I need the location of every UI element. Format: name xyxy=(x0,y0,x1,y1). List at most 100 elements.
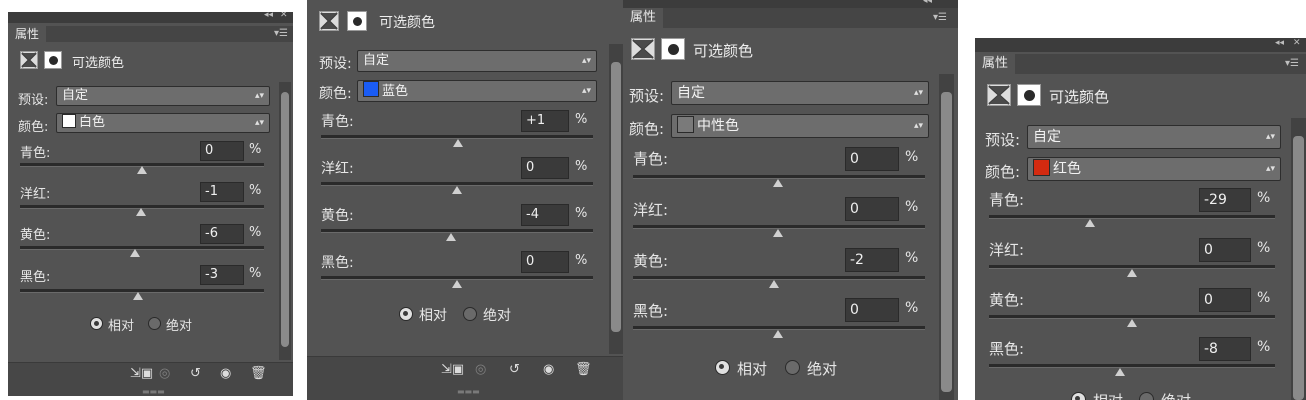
yellow-input[interactable]: 0 xyxy=(1199,288,1251,312)
black-input[interactable]: -3 xyxy=(200,265,244,285)
color-select[interactable]: 白色 ▴▾ xyxy=(56,113,270,133)
panel-menu-icon[interactable]: ▾☰ xyxy=(933,8,947,28)
preset-select[interactable]: 自定 ▴▾ xyxy=(671,81,929,105)
eye-icon[interactable]: ◉ xyxy=(543,362,554,377)
black-slider-thumb[interactable] xyxy=(773,330,783,338)
color-value: 红色 xyxy=(1053,161,1081,177)
cyan-input[interactable]: -29 xyxy=(1199,188,1251,212)
color-select[interactable]: 中性色 ▴▾ xyxy=(671,114,929,138)
black-slider-thumb[interactable] xyxy=(452,280,462,288)
trash-icon[interactable]: 🗑 xyxy=(250,366,267,381)
resize-grip-icon[interactable]: ▬▬▬ xyxy=(457,387,480,396)
tab-properties[interactable]: 属性 xyxy=(623,8,664,28)
layer-mask-icon[interactable] xyxy=(347,11,367,31)
layer-mask-icon[interactable] xyxy=(1017,84,1041,106)
tab-properties[interactable]: 属性 xyxy=(8,26,47,42)
panel-title-bar: ◂◂ xyxy=(623,0,958,8)
black-slider-thumb[interactable] xyxy=(133,292,143,300)
cyan-input[interactable]: +1 xyxy=(521,110,569,132)
preset-select[interactable]: 自定 ▴▾ xyxy=(1027,125,1281,149)
black-input[interactable]: 0 xyxy=(845,298,899,322)
yellow-slider-thumb[interactable] xyxy=(446,233,456,241)
clip-to-layer-icon[interactable]: ⇲▣ xyxy=(441,362,464,377)
magenta-input[interactable]: 0 xyxy=(845,197,899,221)
scrollbar[interactable] xyxy=(609,44,623,354)
color-value: 白色 xyxy=(79,115,106,130)
yellow-input[interactable]: -6 xyxy=(200,224,244,244)
double-chevron-left-icon[interactable]: ◂◂ xyxy=(923,0,932,6)
color-select[interactable]: 红色 ▴▾ xyxy=(1027,157,1281,181)
black-slider-thumb[interactable] xyxy=(1115,368,1125,376)
resize-grip-icon[interactable]: ▬▬▬ xyxy=(142,387,165,396)
magenta-slider-thumb[interactable] xyxy=(452,186,462,194)
color-label: 颜色: xyxy=(629,120,665,138)
percent-sign: % xyxy=(905,250,919,266)
absolute-radio[interactable] xyxy=(148,317,161,330)
double-chevron-left-icon[interactable]: ◂◂ xyxy=(1275,38,1284,48)
cyan-slider-thumb[interactable] xyxy=(773,179,783,187)
updown-arrows-icon: ▴▾ xyxy=(1265,164,1275,174)
double-chevron-left-icon[interactable]: ◂◂ xyxy=(264,12,273,20)
clip-to-layer-icon[interactable]: ⇲▣ xyxy=(130,366,153,381)
preset-select[interactable]: 自定 ▴▾ xyxy=(357,50,597,72)
color-swatch xyxy=(1033,159,1050,176)
relative-radio[interactable] xyxy=(90,317,103,330)
reset-icon[interactable]: ↺ xyxy=(509,362,520,377)
trash-icon[interactable]: 🗑 xyxy=(575,362,592,377)
scrollbar-thumb[interactable] xyxy=(611,62,621,332)
magenta-slider-thumb[interactable] xyxy=(1127,269,1137,277)
cyan-input[interactable]: 0 xyxy=(200,141,244,161)
view-previous-state-icon[interactable]: ◎ xyxy=(475,362,486,377)
black-slider-track[interactable] xyxy=(989,364,1275,368)
panel-menu-icon[interactable]: ▾☰ xyxy=(1285,54,1299,74)
scrollbar[interactable] xyxy=(279,82,291,360)
cyan-input[interactable]: 0 xyxy=(845,147,899,171)
magenta-slider-thumb[interactable] xyxy=(136,208,146,216)
cyan-slider-thumb[interactable] xyxy=(453,139,463,147)
percent-sign: % xyxy=(575,206,588,221)
updown-arrows-icon: ▴▾ xyxy=(254,118,264,128)
layer-mask-icon[interactable] xyxy=(44,51,62,69)
relative-radio[interactable] xyxy=(1071,392,1086,400)
panel-menu-icon[interactable]: ▾☰ xyxy=(274,26,288,42)
scrollbar-thumb[interactable] xyxy=(1293,136,1304,400)
relative-radio[interactable] xyxy=(399,307,413,321)
eye-icon[interactable]: ◉ xyxy=(220,366,231,381)
color-select[interactable]: 蓝色 ▴▾ xyxy=(357,80,597,102)
reset-icon[interactable]: ↺ xyxy=(190,366,201,381)
scrollbar-thumb[interactable] xyxy=(941,92,952,392)
yellow-slider-track[interactable] xyxy=(633,276,925,280)
magenta-label: 洋红: xyxy=(989,241,1025,259)
close-icon[interactable]: ✕ xyxy=(280,12,288,20)
preset-value: 自定 xyxy=(62,88,89,103)
cyan-slider-thumb[interactable] xyxy=(1085,219,1095,227)
preset-select[interactable]: 自定 ▴▾ xyxy=(56,86,270,106)
color-label: 颜色: xyxy=(319,86,352,102)
yellow-slider-track[interactable] xyxy=(20,246,264,250)
absolute-radio[interactable] xyxy=(1139,392,1154,400)
magenta-slider-thumb[interactable] xyxy=(773,229,783,237)
black-input[interactable]: 0 xyxy=(521,251,569,273)
scrollbar-thumb[interactable] xyxy=(281,92,289,347)
black-input[interactable]: -8 xyxy=(1199,337,1251,361)
yellow-slider-thumb[interactable] xyxy=(1127,319,1137,327)
yellow-slider-thumb[interactable] xyxy=(130,249,140,257)
cyan-slider-thumb[interactable] xyxy=(137,166,147,174)
magenta-input[interactable]: 0 xyxy=(521,157,569,179)
magenta-input[interactable]: 0 xyxy=(1199,238,1251,262)
yellow-slider-thumb[interactable] xyxy=(769,280,779,288)
scrollbar[interactable] xyxy=(939,74,954,400)
layer-mask-icon[interactable] xyxy=(661,38,685,60)
yellow-input[interactable]: -2 xyxy=(845,248,899,272)
yellow-input[interactable]: -4 xyxy=(521,204,569,226)
scrollbar[interactable] xyxy=(1291,118,1306,400)
absolute-radio[interactable] xyxy=(463,307,477,321)
cyan-slider-track[interactable] xyxy=(989,215,1275,219)
absolute-radio[interactable] xyxy=(785,360,800,375)
close-icon[interactable]: ✕ xyxy=(1293,38,1301,48)
view-previous-state-icon[interactable]: ◎ xyxy=(159,366,170,381)
magenta-input[interactable]: -1 xyxy=(200,182,244,202)
tab-properties[interactable]: 属性 xyxy=(975,54,1016,74)
relative-radio[interactable] xyxy=(715,360,730,375)
yellow-slider-track[interactable] xyxy=(321,229,593,233)
